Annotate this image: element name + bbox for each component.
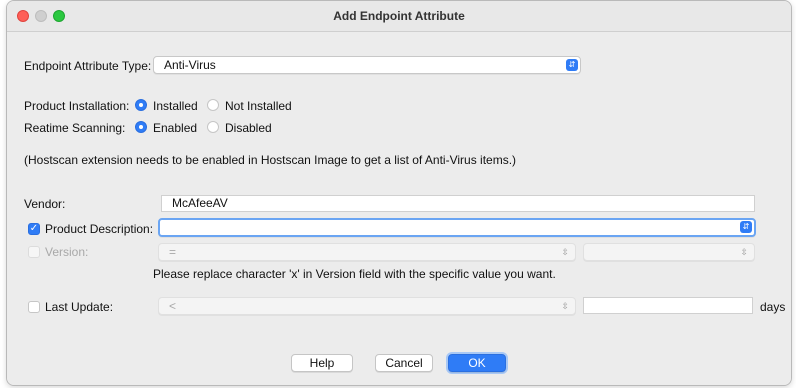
last-update-days-field[interactable]: [583, 297, 753, 314]
title-bar[interactable]: Add Endpoint Attribute: [7, 1, 791, 32]
chevron-updown-icon: ⇳: [561, 301, 569, 311]
version-label: Version:: [45, 245, 89, 259]
chevron-updown-icon: ⇵: [740, 221, 752, 233]
hostscan-note: (Hostscan extension needs to be enabled …: [24, 153, 517, 167]
not-installed-radio[interactable]: [207, 99, 219, 111]
product-description-checkbox[interactable]: ✓: [28, 223, 40, 235]
realtime-scanning-label: Reatime Scanning:: [24, 121, 126, 135]
checkmark-icon: ✓: [29, 223, 39, 234]
endpoint-attribute-type-value: Anti-Virus: [164, 58, 216, 72]
endpoint-attribute-type-select[interactable]: Anti-Virus ⇵: [153, 56, 581, 74]
last-update-operator-value: <: [169, 299, 177, 313]
installed-radio-label: Installed: [153, 99, 198, 113]
chevron-updown-icon: ⇳: [561, 247, 569, 257]
cancel-button[interactable]: Cancel: [375, 354, 433, 372]
chevron-updown-icon: ⇳: [740, 247, 748, 257]
vendor-label: Vendor:: [24, 197, 66, 211]
version-operator-select[interactable]: = ⇳: [158, 243, 576, 261]
last-update-label: Last Update:: [45, 300, 114, 314]
endpoint-attribute-type-label: Endpoint Attribute Type:: [24, 59, 152, 73]
enabled-radio-label: Enabled: [153, 121, 198, 135]
product-description-select[interactable]: ⇵: [158, 218, 756, 237]
not-installed-radio-label: Not Installed: [225, 99, 292, 113]
disabled-radio[interactable]: [207, 121, 219, 133]
help-button[interactable]: Help: [291, 354, 353, 372]
chevron-updown-icon: ⇵: [566, 59, 578, 71]
disabled-radio-label: Disabled: [225, 121, 272, 135]
product-installation-label: Product Installation:: [24, 99, 130, 113]
last-update-operator-select[interactable]: < ⇳: [158, 297, 576, 315]
product-description-label: Product Description:: [45, 222, 154, 236]
dialog-window: Add Endpoint Attribute Endpoint Attribut…: [6, 0, 792, 386]
version-operator-value: =: [169, 245, 177, 259]
days-unit-label: days: [760, 300, 786, 314]
last-update-checkbox[interactable]: [28, 301, 40, 313]
enabled-radio[interactable]: [135, 121, 147, 133]
version-checkbox[interactable]: [28, 246, 40, 258]
dialog-content: Endpoint Attribute Type: Anti-Virus ⇵ Pr…: [7, 32, 791, 385]
window-title: Add Endpoint Attribute: [333, 9, 465, 23]
vendor-field[interactable]: McAfeeAV: [161, 195, 755, 212]
version-value-select[interactable]: ⇳: [583, 243, 755, 261]
installed-radio[interactable]: [135, 99, 147, 111]
ok-button[interactable]: OK: [448, 354, 506, 372]
version-hint: Please replace character 'x' in Version …: [153, 267, 556, 281]
